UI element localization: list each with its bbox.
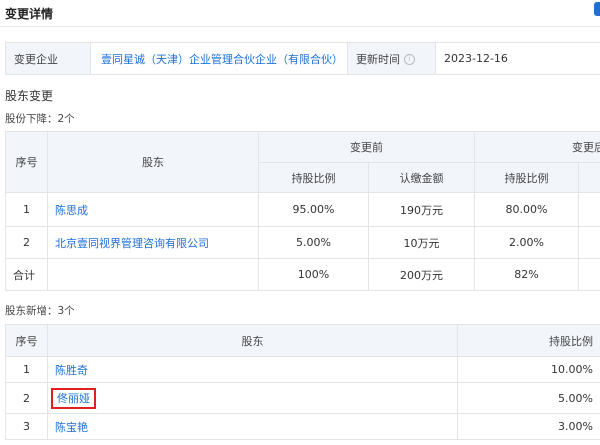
update-time-value: 2023-12-16 [435, 42, 600, 75]
total-after-extra [578, 258, 600, 291]
total-after-ratio: 82% [474, 258, 579, 291]
col-header-index: 序号 [5, 131, 48, 193]
shareholder-link[interactable]: 陈宝艳 [55, 421, 88, 434]
table-row: 3 陈宝艳 3.00% [5, 413, 600, 440]
col-header-ratio: 持股比例 [457, 324, 600, 357]
col-header-before-ratio: 持股比例 [258, 162, 369, 193]
col-header-after-extra [578, 162, 600, 193]
row-index: 1 [5, 356, 48, 383]
shareholder-link-highlighted[interactable]: 佟丽娅 [51, 388, 96, 409]
col-header-after-ratio: 持股比例 [474, 162, 579, 193]
row-index: 3 [5, 413, 48, 440]
page-title: 变更详情 [5, 7, 54, 21]
table-row: 2 北京壹同视界管理咨询有限公司 5.00% 10万元 2.00% [5, 226, 600, 259]
row-index: 2 [5, 226, 48, 259]
col-header-index: 序号 [5, 324, 48, 357]
table-row: 1 陈胜奇 10.00% [5, 356, 600, 383]
total-before-ratio: 100% [258, 258, 369, 291]
divider [0, 26, 600, 27]
before-amount: 10万元 [368, 226, 475, 259]
total-row: 合计 100% 200万元 82% [5, 258, 600, 291]
shareholder-change-title: 股东变更 [5, 89, 54, 103]
new-shareholders-table: 序号 股东 持股比例 1 陈胜奇 10.00% 2 佟丽娅 5.00% 3 陈宝… [5, 324, 600, 440]
col-header-shareholder: 股东 [47, 324, 458, 357]
update-time-label: 更新时间 i [347, 42, 436, 75]
company-link[interactable]: 壹同星诚（天津）企业管理合伙企业（有限合伙） [101, 53, 343, 66]
ratio: 10.00% [457, 356, 600, 383]
before-amount: 190万元 [368, 192, 475, 227]
change-info-table: 变更企业 壹同星诚（天津）企业管理合伙企业（有限合伙） 更新时间 i 2023-1… [5, 42, 600, 75]
after-ratio: 2.00% [474, 226, 579, 259]
col-header-shareholder: 股东 [47, 131, 259, 193]
corner-tab-button[interactable] [594, 2, 600, 16]
shareholder-link[interactable]: 陈思成 [55, 204, 88, 217]
before-ratio: 5.00% [258, 226, 369, 259]
after-extra [578, 192, 600, 227]
total-empty [47, 258, 259, 291]
after-extra [578, 226, 600, 259]
info-circle-icon[interactable]: i [404, 54, 415, 65]
company-label: 变更企业 [5, 42, 91, 75]
ratio: 5.00% [457, 382, 600, 414]
row-index: 1 [5, 192, 48, 227]
row-index: 2 [5, 382, 48, 414]
new-shareholders-count: 股东新增：3个 [5, 305, 75, 317]
total-label: 合计 [5, 258, 48, 291]
company-cell: 壹同星诚（天津）企业管理合伙企业（有限合伙） [90, 42, 348, 75]
shareholder-link[interactable]: 北京壹同视界管理咨询有限公司 [55, 237, 209, 250]
col-header-before-amount: 认缴金额 [368, 162, 475, 193]
shareholder-link[interactable]: 陈胜奇 [55, 364, 88, 377]
total-before-amount: 200万元 [368, 258, 475, 291]
update-time-label-text: 更新时间 [356, 52, 400, 66]
share-decrease-count: 股份下降：2个 [5, 113, 75, 125]
col-header-before: 变更前 [258, 131, 475, 163]
ratio: 3.00% [457, 413, 600, 440]
col-header-after: 变更后 [474, 131, 600, 163]
table-row: 2 佟丽娅 5.00% [5, 382, 600, 414]
before-ratio: 95.00% [258, 192, 369, 227]
table-row: 1 陈思成 95.00% 190万元 80.00% [5, 192, 600, 227]
after-ratio: 80.00% [474, 192, 579, 227]
shareholder-change-table: 序号 股东 变更前 变更后 持股比例 认缴金额 持股比例 1 陈思成 95.00… [5, 131, 600, 291]
